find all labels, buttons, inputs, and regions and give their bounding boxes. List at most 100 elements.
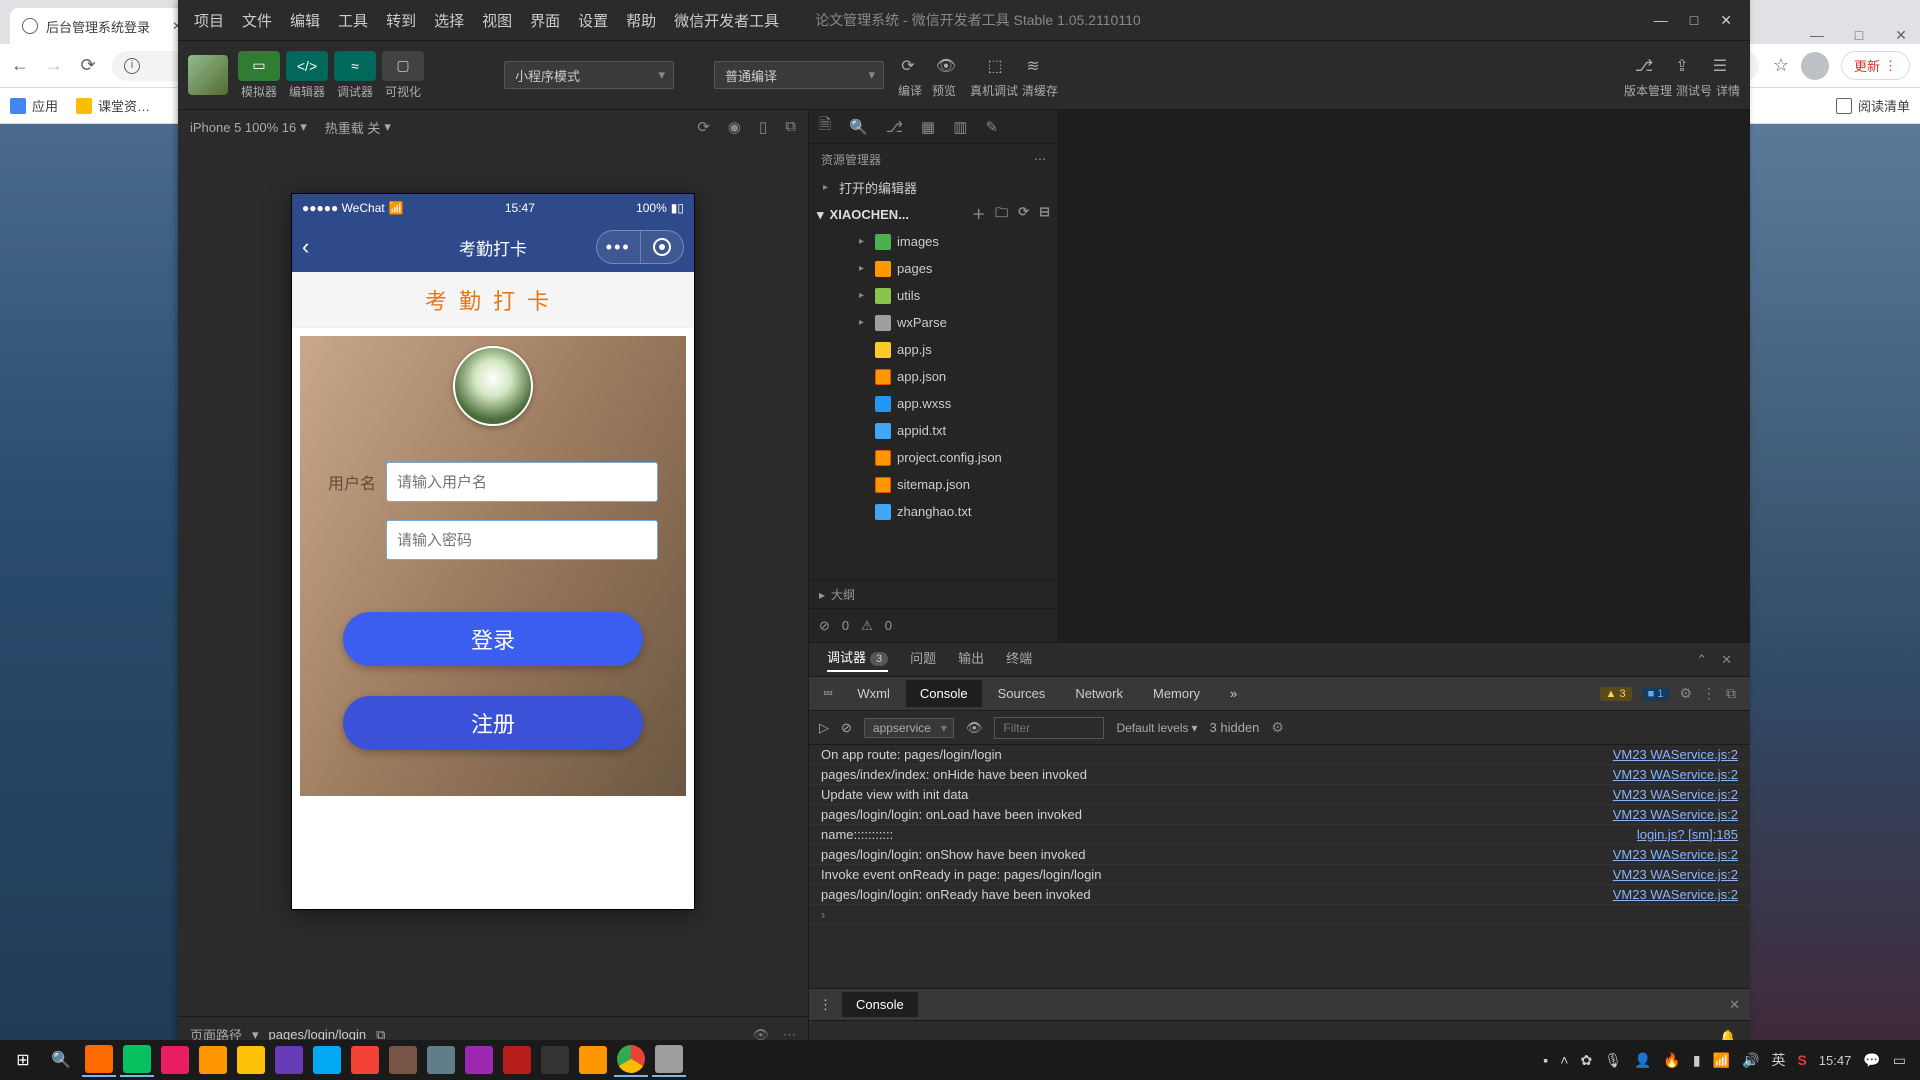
clear-cache-icon[interactable]: ≋ xyxy=(1019,52,1047,80)
register-button[interactable]: 注册 xyxy=(343,696,643,750)
levels-select[interactable]: Default levels ▾ xyxy=(1116,721,1197,735)
tree-item[interactable]: app.js xyxy=(809,336,1058,363)
login-button[interactable]: 登录 xyxy=(343,612,643,666)
wifi-icon[interactable]: 📶 xyxy=(1713,1052,1730,1069)
menu-icon[interactable]: ☰ xyxy=(1706,52,1734,80)
more-icon[interactable]: ⋯ xyxy=(1034,152,1046,166)
record-icon[interactable]: ◉ xyxy=(728,118,741,136)
clear-icon[interactable]: ⊘ xyxy=(841,720,852,736)
bookmark-star-icon[interactable]: ☆ xyxy=(1773,55,1789,76)
profile-avatar[interactable] xyxy=(1801,52,1829,80)
reading-list[interactable]: 阅读清单 xyxy=(1836,96,1910,115)
battery-icon[interactable]: ▮ xyxy=(1693,1052,1701,1069)
search-icon[interactable]: 🔍 xyxy=(44,1043,78,1077)
taskbar-app[interactable] xyxy=(196,1043,230,1077)
action-center-icon[interactable]: ▭ xyxy=(1893,1052,1906,1069)
hot-reload-toggle[interactable]: 热重载 关 ▾ xyxy=(325,118,391,137)
log-source-link[interactable]: VM23 WAService.js:2 xyxy=(1613,787,1738,802)
window-minimize-icon[interactable]: — xyxy=(1808,27,1826,44)
compile-icon[interactable]: ⟳ xyxy=(894,52,922,80)
tray-icon[interactable]: 🔥 xyxy=(1663,1052,1680,1069)
gear-icon[interactable]: ⚙ xyxy=(1271,719,1284,736)
taskbar-app[interactable] xyxy=(576,1043,610,1077)
taskbar-app[interactable] xyxy=(652,1043,686,1077)
start-button[interactable]: ⊞ xyxy=(6,1043,40,1077)
device-icon[interactable]: ▯ xyxy=(759,118,767,136)
devtab-memory[interactable]: Memory xyxy=(1139,680,1214,707)
warning-badge[interactable]: ▲ 3 xyxy=(1600,687,1632,701)
files-icon[interactable]: 🗎 xyxy=(819,114,831,139)
filter-input[interactable] xyxy=(994,717,1104,739)
tray-icon[interactable]: ▪ xyxy=(1543,1052,1548,1068)
tree-item[interactable]: app.wxss xyxy=(809,390,1058,417)
info-badge[interactable]: ■ 1 xyxy=(1642,687,1670,701)
preview-icon[interactable]: 👁 xyxy=(932,52,960,80)
taskbar-app[interactable] xyxy=(82,1043,116,1077)
volume-icon[interactable]: 🔊 xyxy=(1742,1052,1759,1069)
compile-mode-select[interactable]: 小程序模式 xyxy=(504,61,674,89)
menu-item[interactable]: 微信开发者工具 xyxy=(674,10,779,31)
tray-icon[interactable]: S xyxy=(1797,1052,1806,1068)
menu-item[interactable]: 文件 xyxy=(242,10,272,31)
tray-icon[interactable]: 👤 xyxy=(1634,1052,1651,1069)
drawer-console-tab[interactable]: Console xyxy=(842,992,918,1017)
debugger-toggle[interactable]: ≈ xyxy=(334,51,376,81)
menu-item[interactable]: 帮助 xyxy=(626,10,656,31)
layout-icon[interactable]: ▥ xyxy=(953,118,967,136)
popout-icon[interactable]: ⧉ xyxy=(785,118,796,136)
menu-item[interactable]: 界面 xyxy=(530,10,560,31)
visual-toggle[interactable]: ▢ xyxy=(382,51,424,81)
nav-back-icon[interactable]: ‹ xyxy=(302,234,309,260)
menu-item[interactable]: 项目 xyxy=(194,10,224,31)
remote-debug-icon[interactable]: ⬚ xyxy=(981,52,1009,80)
menu-item[interactable]: 编辑 xyxy=(290,10,320,31)
new-file-icon[interactable]: ＋ xyxy=(972,204,985,226)
device-select[interactable]: iPhone 5 100% 16 ▾ xyxy=(190,119,307,135)
log-source-link[interactable]: VM23 WAService.js:2 xyxy=(1613,767,1738,782)
menu-item[interactable]: 工具 xyxy=(338,10,368,31)
dock-icon[interactable]: ⧉ xyxy=(1726,685,1736,702)
log-source-link[interactable]: VM23 WAService.js:2 xyxy=(1613,887,1738,902)
outline-section[interactable]: ▸大纲 xyxy=(809,580,1058,608)
git-icon[interactable]: ⎇ xyxy=(886,118,903,136)
play-icon[interactable]: ▷ xyxy=(819,720,829,736)
tree-item[interactable]: ▸images xyxy=(809,228,1058,255)
forward-icon[interactable]: → xyxy=(44,56,64,76)
gear-icon[interactable]: ⚙ xyxy=(1679,685,1692,702)
taskbar-app[interactable] xyxy=(538,1043,572,1077)
devtab-sources[interactable]: Sources xyxy=(984,680,1060,707)
clock[interactable]: 15:47 xyxy=(1819,1053,1852,1068)
browser-tab[interactable]: 后台管理系统登录 ✕ xyxy=(10,8,190,44)
simulator-toggle[interactable]: ▭ xyxy=(238,51,280,81)
capsule-button[interactable]: ••• xyxy=(596,230,684,264)
menu-item[interactable]: 设置 xyxy=(578,10,608,31)
search-icon[interactable]: 🔍 xyxy=(849,118,868,136)
maximize-icon[interactable]: □ xyxy=(1690,12,1698,29)
collapse-icon[interactable]: ⊟ xyxy=(1039,204,1050,226)
taskbar-app[interactable] xyxy=(348,1043,382,1077)
log-source-link[interactable]: VM23 WAService.js:2 xyxy=(1613,867,1738,882)
open-editors-section[interactable]: ▸打开的编辑器 xyxy=(809,174,1058,201)
taskbar-app[interactable] xyxy=(234,1043,268,1077)
menu-item[interactable]: 选择 xyxy=(434,10,464,31)
tab-output[interactable]: 输出 xyxy=(958,648,984,671)
new-folder-icon[interactable]: 🗀 xyxy=(995,204,1008,226)
tree-item[interactable]: project.config.json xyxy=(809,444,1058,471)
devtab-network[interactable]: Network xyxy=(1061,680,1137,707)
refresh-icon[interactable]: ⟳ xyxy=(1018,204,1029,226)
tree-item[interactable]: ▸pages xyxy=(809,255,1058,282)
tray-icon[interactable]: ✿ xyxy=(1580,1052,1592,1069)
brush-icon[interactable]: ✎ xyxy=(985,118,998,136)
taskbar-app[interactable] xyxy=(462,1043,496,1077)
apps-shortcut[interactable]: 应用 xyxy=(10,96,58,115)
compile-target-select[interactable]: 普通编译 xyxy=(714,61,884,89)
log-source-link[interactable]: VM23 WAService.js:2 xyxy=(1613,847,1738,862)
tree-item[interactable]: zhanghao.txt xyxy=(809,498,1058,525)
project-root[interactable]: ▾XIAOCHEN... ＋ 🗀 ⟳ ⊟ xyxy=(809,201,1058,228)
taskbar-app[interactable] xyxy=(310,1043,344,1077)
close-icon[interactable]: ✕ xyxy=(1720,12,1732,29)
update-button[interactable]: 更新 ⋮ xyxy=(1841,51,1910,80)
log-source-link[interactable]: VM23 WAService.js:2 xyxy=(1613,807,1738,822)
tree-item[interactable]: app.json xyxy=(809,363,1058,390)
project-icon[interactable] xyxy=(188,55,228,95)
